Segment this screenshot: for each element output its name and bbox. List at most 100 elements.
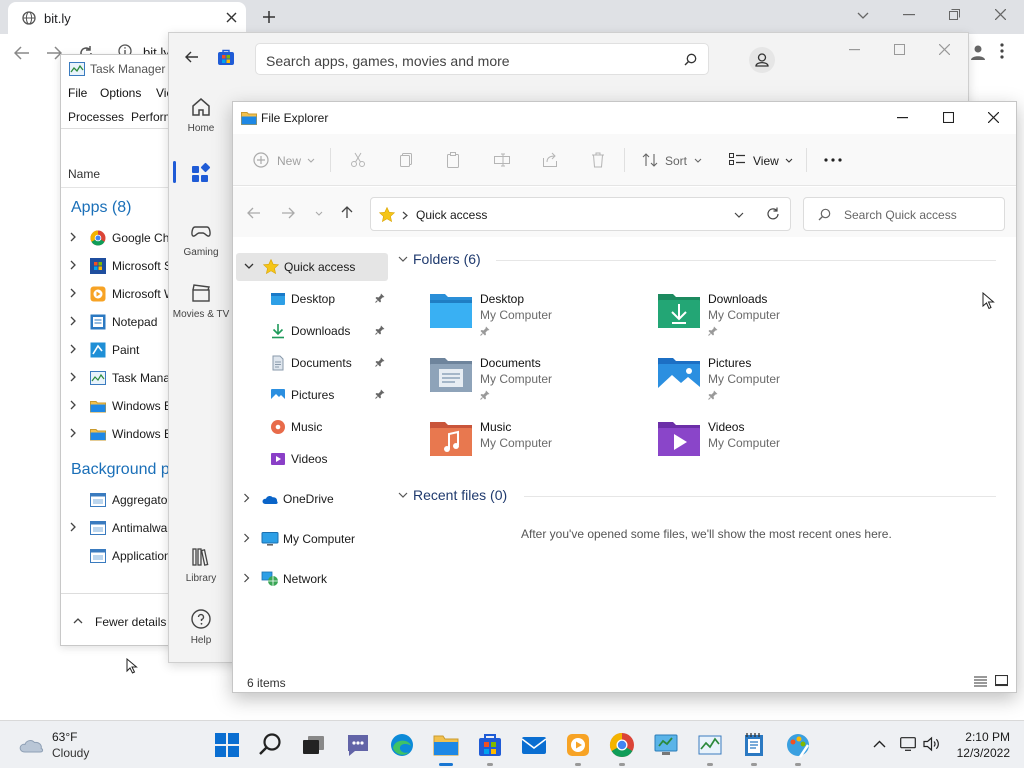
view-icon[interactable]: [729, 152, 745, 166]
start-icon[interactable]: [213, 731, 241, 759]
nav-item-music[interactable]: Music: [233, 413, 389, 441]
chevron-right-icon[interactable]: [243, 533, 250, 543]
minimize-icon[interactable]: [849, 49, 860, 51]
browser-tab[interactable]: bit.ly: [8, 2, 246, 34]
chevron-right-icon[interactable]: [69, 288, 77, 298]
folder-tile-downloads[interactable]: Downloads My Computer: [657, 290, 877, 346]
store-nav-movies[interactable]: Movies & TV: [169, 281, 233, 320]
nav-item-documents[interactable]: Documents: [233, 349, 389, 377]
nav-item-my-computer[interactable]: My Computer: [233, 525, 389, 553]
chevron-down-icon[interactable]: [398, 256, 408, 262]
chevron-up-icon[interactable]: [73, 618, 83, 624]
store-nav-gaming[interactable]: Gaming: [169, 219, 233, 258]
details-view-icon[interactable]: [974, 676, 987, 687]
close-icon[interactable]: [995, 9, 1006, 20]
chevron-right-icon[interactable]: [69, 344, 77, 354]
new-tab-icon[interactable]: [262, 10, 276, 24]
chevron-right-icon[interactable]: [69, 428, 77, 438]
mail-icon[interactable]: [520, 731, 548, 759]
menu-dots-icon[interactable]: [1000, 43, 1004, 59]
chevron-down-icon[interactable]: [785, 158, 793, 163]
clock-time[interactable]: 2:10 PM: [965, 730, 1010, 744]
pin-icon[interactable]: [375, 293, 385, 303]
fewer-details-button[interactable]: Fewer details: [95, 615, 166, 629]
chevron-right-icon[interactable]: [402, 211, 408, 220]
chevron-down-icon[interactable]: [734, 212, 744, 218]
file-explorer-icon[interactable]: [432, 731, 460, 759]
chevron-down-icon[interactable]: [244, 263, 254, 269]
nav-item-quick-access[interactable]: Quick access: [236, 253, 388, 281]
delete-icon[interactable]: [590, 152, 606, 168]
menu-options[interactable]: Options: [100, 86, 141, 100]
chat-icon[interactable]: [344, 731, 372, 759]
recent-locations-icon[interactable]: [315, 211, 323, 216]
chevron-right-icon[interactable]: [243, 493, 250, 503]
address-bar[interactable]: Quick access: [370, 197, 791, 231]
new-button[interactable]: New: [277, 154, 301, 168]
chevron-right-icon[interactable]: [69, 372, 77, 382]
sort-button[interactable]: Sort: [665, 154, 687, 168]
nav-item-videos[interactable]: Videos: [233, 445, 389, 473]
chevron-down-icon[interactable]: [694, 158, 702, 163]
paint-icon[interactable]: [784, 731, 812, 759]
search-input[interactable]: Search Quick access: [803, 197, 1005, 231]
clock-date[interactable]: 12/3/2022: [957, 746, 1010, 760]
close-icon[interactable]: [988, 112, 999, 123]
minimize-icon[interactable]: [903, 14, 915, 16]
maximize-icon[interactable]: [894, 44, 905, 55]
chevron-right-icon[interactable]: [243, 573, 250, 583]
control-panel-icon[interactable]: [652, 731, 680, 759]
chrome-icon[interactable]: [608, 731, 636, 759]
chevron-right-icon[interactable]: [69, 260, 77, 270]
folder-tile-videos[interactable]: Videos My Computer: [657, 418, 877, 474]
paste-icon[interactable]: [445, 152, 461, 168]
store-nav-help[interactable]: Help: [169, 607, 233, 646]
chevron-right-icon[interactable]: [69, 232, 77, 242]
task-manager-icon[interactable]: [696, 731, 724, 759]
menu-file[interactable]: File: [68, 86, 87, 100]
store-icon[interactable]: [476, 731, 504, 759]
up-arrow-icon[interactable]: [341, 205, 353, 219]
search-icon[interactable]: [684, 53, 697, 66]
view-button[interactable]: View: [753, 154, 779, 168]
new-icon[interactable]: [253, 152, 269, 168]
store-nav-apps[interactable]: [169, 161, 233, 189]
store-nav-library[interactable]: Library: [169, 545, 233, 584]
search-icon[interactable]: [257, 731, 285, 759]
nav-item-pictures[interactable]: Pictures: [233, 381, 389, 409]
chevron-up-icon[interactable]: [873, 740, 886, 748]
folder-tile-documents[interactable]: Documents My Computer: [429, 354, 649, 410]
back-arrow-icon[interactable]: [247, 207, 261, 219]
weather-condition[interactable]: Cloudy: [52, 746, 89, 760]
column-header-name[interactable]: Name: [68, 167, 100, 181]
copy-icon[interactable]: [398, 152, 414, 168]
tiles-view-icon[interactable]: [995, 675, 1008, 687]
nav-item-downloads[interactable]: Downloads: [233, 317, 389, 345]
nav-item-desktop[interactable]: Desktop: [233, 285, 389, 313]
rename-icon[interactable]: [494, 152, 510, 168]
chevron-down-icon[interactable]: [857, 12, 869, 20]
folder-tile-pictures[interactable]: Pictures My Computer: [657, 354, 877, 410]
weather-temperature[interactable]: 63°F: [52, 730, 77, 744]
pin-icon[interactable]: [375, 389, 385, 399]
pin-icon[interactable]: [375, 357, 385, 367]
chevron-down-icon[interactable]: [307, 158, 315, 163]
nav-item-onedrive[interactable]: OneDrive: [233, 485, 389, 513]
refresh-icon[interactable]: [766, 207, 780, 221]
restore-icon[interactable]: [949, 9, 960, 20]
folder-tile-desktop[interactable]: Desktop My Computer: [429, 290, 649, 346]
recent-section-header[interactable]: Recent files (0): [398, 487, 1003, 507]
nav-item-network[interactable]: Network: [233, 565, 389, 593]
more-options-icon[interactable]: [824, 158, 842, 162]
back-arrow-icon[interactable]: [185, 51, 199, 63]
chevron-right-icon[interactable]: [69, 400, 77, 410]
maximize-icon[interactable]: [943, 112, 954, 123]
pin-icon[interactable]: [375, 325, 385, 335]
store-nav-home[interactable]: Home: [169, 95, 233, 134]
close-tab-icon[interactable]: [226, 12, 237, 23]
close-icon[interactable]: [939, 44, 950, 55]
volume-icon[interactable]: [923, 736, 941, 752]
chevron-right-icon[interactable]: [69, 522, 77, 532]
account-icon[interactable]: [749, 47, 775, 73]
cut-icon[interactable]: [350, 152, 366, 168]
